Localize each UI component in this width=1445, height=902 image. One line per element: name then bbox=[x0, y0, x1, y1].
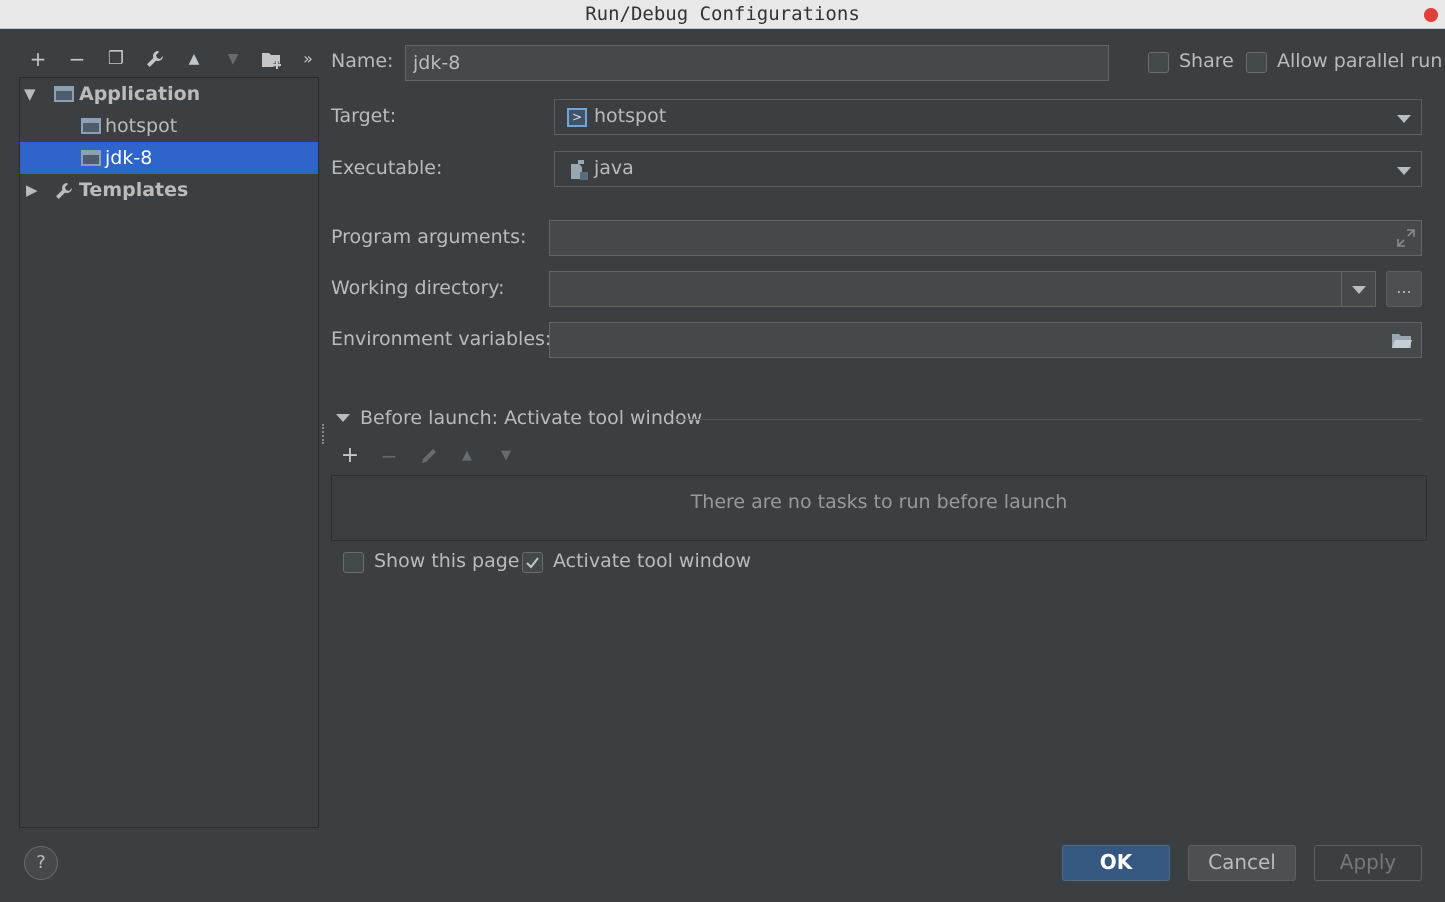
application-icon bbox=[81, 118, 101, 134]
tree-node-hotspot[interactable]: hotspot bbox=[20, 110, 318, 142]
add-configuration-button[interactable]: + bbox=[25, 46, 51, 72]
share-checkbox[interactable] bbox=[1148, 52, 1169, 73]
section-divider bbox=[674, 419, 1422, 420]
collapse-arrow-icon[interactable]: ▼ bbox=[24, 78, 36, 110]
splitter-handle[interactable] bbox=[322, 424, 325, 444]
empty-tasks-text: There are no tasks to run before launch bbox=[690, 491, 1068, 513]
remove-configuration-button[interactable]: − bbox=[64, 46, 90, 72]
ok-button[interactable]: OK bbox=[1062, 845, 1170, 881]
browse-directory-button[interactable]: ... bbox=[1386, 271, 1422, 307]
tree-node-templates[interactable]: ▶ Templates bbox=[20, 174, 318, 206]
activate-tool-window-checkbox[interactable] bbox=[522, 552, 543, 573]
move-task-down-button[interactable]: ▼ bbox=[493, 443, 519, 469]
tree-label-templates: Templates bbox=[79, 179, 189, 201]
wrench-icon bbox=[53, 180, 75, 212]
move-task-up-button[interactable]: ▲ bbox=[454, 443, 480, 469]
show-this-page-checkbox[interactable] bbox=[343, 552, 364, 573]
tree-label-application: Application bbox=[79, 83, 201, 105]
pencil-icon[interactable] bbox=[416, 443, 442, 469]
move-down-button[interactable]: ▼ bbox=[220, 46, 246, 72]
collapse-section-icon[interactable] bbox=[336, 414, 350, 422]
target-label: Target: bbox=[331, 105, 397, 127]
apply-button[interactable]: Apply bbox=[1314, 845, 1422, 881]
copy-configuration-button[interactable]: ❐ bbox=[103, 46, 129, 72]
working-directory-input[interactable] bbox=[549, 271, 1376, 307]
allow-parallel-run-checkbox[interactable] bbox=[1246, 52, 1267, 73]
wrench-icon[interactable] bbox=[142, 46, 168, 72]
share-label: Share bbox=[1179, 50, 1234, 72]
divider bbox=[1341, 272, 1342, 306]
expand-arrow-icon[interactable]: ▶ bbox=[26, 174, 38, 206]
application-icon bbox=[54, 86, 74, 102]
expand-icon[interactable] bbox=[1396, 228, 1416, 253]
help-button[interactable]: ? bbox=[24, 846, 58, 880]
application-icon bbox=[81, 150, 101, 166]
add-task-button[interactable]: + bbox=[337, 443, 363, 469]
program-arguments-input[interactable] bbox=[549, 220, 1422, 256]
close-window-button[interactable] bbox=[1424, 8, 1438, 22]
checkmark-icon bbox=[526, 557, 539, 569]
show-this-page-label: Show this page bbox=[374, 550, 520, 572]
remove-task-button[interactable]: − bbox=[376, 443, 402, 469]
more-actions-button[interactable]: » bbox=[298, 46, 318, 72]
folder-plus-icon[interactable] bbox=[259, 46, 285, 72]
cancel-button[interactable]: Cancel bbox=[1188, 845, 1296, 881]
before-launch-header: Before launch: Activate tool window bbox=[360, 407, 703, 429]
working-directory-label: Working directory: bbox=[331, 277, 505, 299]
tree-node-jdk-8[interactable]: jdk-8 bbox=[20, 142, 318, 174]
program-arguments-label: Program arguments: bbox=[331, 226, 527, 248]
chevron-down-icon bbox=[1397, 167, 1411, 175]
executable-value: java bbox=[594, 157, 634, 179]
executable-label: Executable: bbox=[331, 157, 443, 179]
chevron-down-icon bbox=[1397, 115, 1411, 123]
terminal-icon: > bbox=[567, 108, 587, 127]
tree-label-jdk-8: jdk-8 bbox=[105, 147, 153, 169]
executable-dropdown[interactable]: java bbox=[554, 151, 1422, 187]
window-title: Run/Debug Configurations bbox=[585, 3, 860, 25]
before-launch-task-list: There are no tasks to run before launch bbox=[331, 475, 1427, 541]
tree-node-application[interactable]: ▼ Application bbox=[20, 78, 318, 110]
environment-variables-input[interactable] bbox=[549, 322, 1422, 358]
name-label: Name: bbox=[331, 50, 394, 72]
target-dropdown[interactable]: > hotspot bbox=[554, 99, 1422, 135]
folder-icon[interactable] bbox=[1390, 331, 1414, 356]
environment-variables-label: Environment variables: bbox=[331, 328, 552, 350]
activate-tool-window-label: Activate tool window bbox=[553, 550, 752, 572]
name-input[interactable] bbox=[405, 45, 1109, 81]
tree-label-hotspot: hotspot bbox=[105, 115, 178, 137]
chevron-down-icon[interactable] bbox=[1352, 286, 1366, 294]
move-up-button[interactable]: ▲ bbox=[181, 46, 207, 72]
java-file-icon bbox=[568, 159, 590, 186]
allow-parallel-run-label: Allow parallel run bbox=[1277, 50, 1443, 72]
target-value: hotspot bbox=[594, 105, 667, 127]
